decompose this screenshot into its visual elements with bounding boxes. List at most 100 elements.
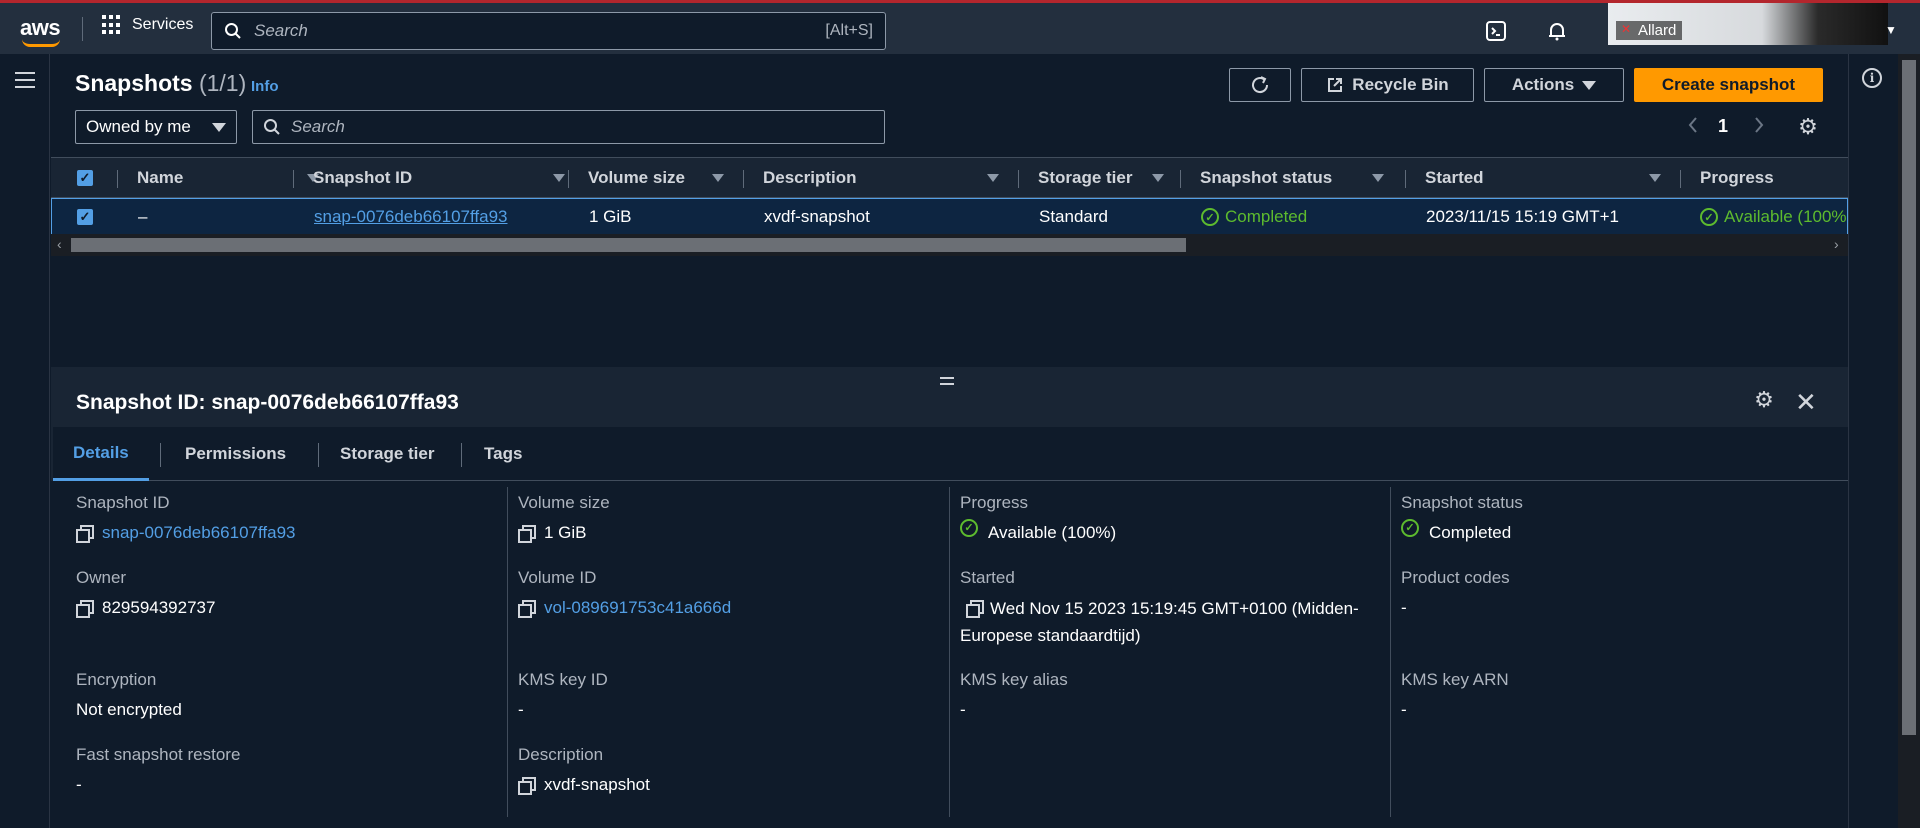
cloudshell-icon[interactable] [1484,19,1508,43]
select-all-checkbox[interactable]: ✓ [77,158,93,198]
global-search-input[interactable] [254,21,826,41]
check-circle-icon: ✓ [1201,208,1219,226]
volume-size-value: 1 GiB [544,523,587,542]
recycle-bin-button[interactable]: Recycle Bin [1301,68,1474,102]
create-snapshot-button[interactable]: Create snapshot [1634,68,1823,102]
vertical-scrollbar[interactable] [1898,54,1920,828]
field-snapshot-status: Snapshot status ✓ Completed [1401,493,1826,546]
snapshot-id-value[interactable]: snap-0076deb66107ffa93 [102,519,295,546]
column-header-progress[interactable]: Progress [1700,158,1848,198]
services-label: Services [132,16,194,33]
field-fast-snapshot-restore: Fast snapshot restore - [76,745,501,798]
encryption-value: Not encrypted [76,700,182,719]
snapshot-detail-panel: Snapshot ID: snap-0076deb66107ffa93 ⚙ ✕ … [51,367,1848,828]
top-navigation-bar: aws Services [Alt+S] Allard ▼ [0,0,1920,54]
snapshot-status-value: Completed [1429,523,1512,542]
next-page-icon[interactable] [1753,116,1765,139]
cell-progress: ✓ Available (100% [1700,199,1847,235]
table-preferences-gear-icon[interactable]: ⚙ [1797,116,1819,138]
global-search-box[interactable]: [Alt+S] [211,12,886,50]
page-title: Snapshots (1/1) [75,70,246,97]
column-header-volume-size[interactable]: Volume size [588,158,748,198]
progress-value: Available (100%) [988,523,1117,542]
column-header-snapshot-status[interactable]: Snapshot status [1200,158,1410,198]
notifications-bell-icon[interactable] [1545,19,1569,43]
column-header-snapshot-id[interactable]: Snapshot ID [313,158,573,198]
check-circle-icon: ✓ [1401,519,1419,537]
sort-icon [987,174,999,182]
scrollbar-thumb[interactable] [71,238,1186,252]
snapshot-filter-box[interactable] [252,110,885,144]
copy-icon[interactable] [518,600,536,618]
scrollbar-thumb[interactable] [1902,60,1916,735]
info-panel-icon[interactable]: i [1862,68,1882,88]
cell-name: – [138,207,148,226]
chevron-down-icon[interactable]: ▼ [1885,23,1897,37]
tab-tags[interactable]: Tags [484,427,522,481]
field-progress: Progress ✓ Available (100%) [960,493,1385,546]
owner-filter-select[interactable]: Owned by me [75,110,237,144]
cell-snapshot-id-link[interactable]: snap-0076deb66107ffa93 [314,199,507,235]
services-menu-button[interactable]: Services [102,15,193,35]
scroll-left-icon[interactable]: ‹ [57,236,62,252]
column-header-name[interactable]: Name [137,158,319,198]
field-kms-key-arn: KMS key ARN - [1401,670,1826,723]
actions-dropdown-button[interactable]: Actions [1484,68,1624,102]
volume-id-link[interactable]: vol-089691753c41a666d [544,594,731,621]
table-row[interactable]: ✓ – snap-0076deb66107ffa93 1 GiB xvdf-sn… [51,198,1848,236]
column-header-storage-tier[interactable]: Storage tier [1038,158,1188,198]
sort-icon [1372,174,1384,182]
refresh-icon [1252,76,1269,94]
field-description: Description xvdf-snapshot [518,745,943,798]
kms-key-alias-value: - [960,700,966,719]
sort-icon [712,174,724,182]
kms-key-id-value: - [518,700,524,719]
cell-volume-size: 1 GiB [589,207,632,226]
detail-preferences-gear-icon[interactable]: ⚙ [1753,389,1775,411]
aws-logo-smile [22,39,60,47]
copy-icon[interactable] [76,600,94,618]
caret-down-icon [212,122,226,132]
left-side-rail [0,54,50,828]
snapshots-list-panel: Snapshots (1/1) Info Recycle Bin Actions… [51,54,1848,367]
search-shortcut-hint: [Alt+S] [825,22,873,39]
copy-icon[interactable] [518,525,536,543]
menu-hamburger-icon[interactable] [15,72,35,93]
previous-page-icon[interactable] [1687,116,1699,139]
right-side-rail [1848,54,1898,828]
aws-logo[interactable]: aws [20,15,61,41]
kms-key-arn-value: - [1401,700,1407,719]
field-encryption: Encryption Not encrypted [76,670,501,723]
tab-storage-tier[interactable]: Storage tier [340,427,434,481]
copy-icon[interactable] [76,525,94,543]
row-checkbox[interactable]: ✓ [77,199,93,235]
started-value: Wed Nov 15 2023 15:19:45 GMT+0100 (Midde… [960,599,1359,645]
field-product-codes: Product codes - [1401,568,1826,621]
recycle-bin-label: Recycle Bin [1352,75,1449,94]
close-icon[interactable]: ✕ [1795,387,1817,418]
tab-permissions[interactable]: Permissions [185,427,286,481]
detail-title: Snapshot ID: snap-0076deb66107ffa93 [76,391,459,414]
column-header-started[interactable]: Started [1425,158,1685,198]
product-codes-value: - [1401,598,1407,617]
external-link-icon [1328,78,1343,92]
snapshot-filter-input[interactable] [291,117,874,137]
table-header: ✓ Name Snapshot ID Volume size Descripti… [51,157,1848,198]
field-volume-size: Volume size 1 GiB [518,493,943,546]
sort-icon [553,174,565,182]
resize-handle[interactable] [940,377,954,389]
fast-restore-value: - [76,775,82,794]
tab-details[interactable]: Details [53,427,149,481]
video-user-name: Allard [1616,21,1683,40]
scroll-right-icon[interactable]: › [1834,236,1839,252]
field-volume-id: Volume ID vol-089691753c41a666d [518,568,943,621]
horizontal-scrollbar[interactable]: ‹ › [51,234,1848,256]
copy-icon[interactable] [966,600,984,618]
current-page-number[interactable]: 1 [1718,116,1728,137]
details-grid: Snapshot ID snap-0076deb66107ffa93 Owner… [51,481,1848,828]
info-link[interactable]: Info [251,78,279,95]
column-header-description[interactable]: Description [763,158,1023,198]
copy-icon[interactable] [518,777,536,795]
actions-label: Actions [1511,75,1575,94]
refresh-button[interactable] [1229,68,1291,102]
